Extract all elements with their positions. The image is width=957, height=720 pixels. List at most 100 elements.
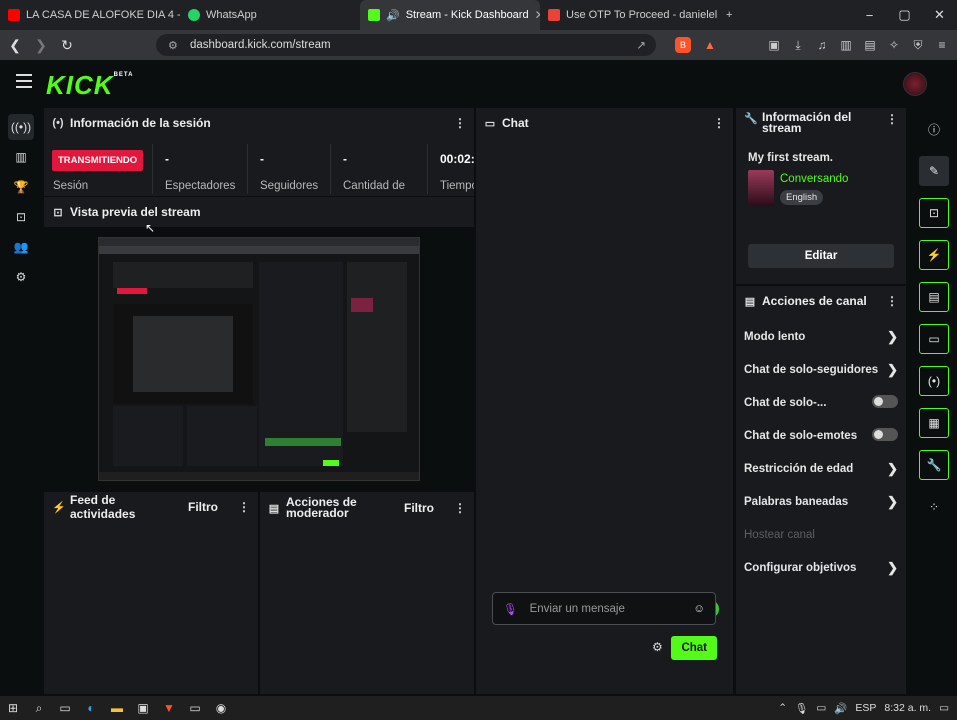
tab-whatsapp[interactable]: WhatsApp [180, 0, 360, 30]
music-icon[interactable]: ♫ [811, 34, 833, 56]
tab-gmail[interactable]: Use OTP To Proceed - danieleliaselias [540, 0, 718, 30]
kick-logo[interactable]: KICKBETA [46, 70, 133, 101]
speaker-icon: 🔊 [386, 9, 400, 22]
network-icon[interactable]: ▭ [816, 702, 826, 714]
browser-extensions: B ▲ ▣ ⤓ ♫ ▥ ▤ ✧ ⛨ ≡ [675, 30, 953, 60]
close-window-button[interactable]: ✕ [922, 0, 957, 30]
more-options-icon[interactable]: ⋮ [454, 116, 466, 130]
moderation-icon[interactable]: ⊡ [8, 204, 34, 230]
moderator-actions-panel: ▤ Acciones de moderador Filtro ⋮ [260, 492, 474, 694]
chat-settings-icon[interactable]: ⚙ [652, 640, 663, 654]
wallet-icon[interactable]: ▤ [859, 34, 881, 56]
toggle-switch[interactable] [872, 427, 898, 444]
action-configure-goals[interactable]: Configurar objetivos ❯ [736, 551, 906, 584]
clock[interactable]: 8:32 a. m. [884, 702, 931, 714]
lightning-icon[interactable]: ⚡ [919, 240, 949, 270]
url-field[interactable]: ⚙ dashboard.kick.com/stream ↗ [156, 34, 656, 56]
info-icon[interactable]: ⓘ [919, 114, 949, 144]
leo-icon[interactable]: ✧ [883, 34, 905, 56]
more-options-icon[interactable]: ⋮ [886, 112, 898, 126]
avatar[interactable] [903, 72, 927, 96]
stream-preview-video[interactable] [98, 237, 420, 481]
edit-button[interactable]: Editar [748, 244, 894, 268]
more-options-icon[interactable]: ⋮ [238, 500, 250, 514]
windows-start-icon[interactable]: ⊞ [0, 696, 26, 720]
action-followers-only[interactable]: Chat de solo-seguidores ❯ [736, 353, 906, 386]
action-banned-words[interactable]: Palabras baneadas ❯ [736, 485, 906, 518]
stream-preview-panel: ⊡ Vista previa del stream ↖ [44, 197, 474, 489]
terminal-icon[interactable]: ▭ [182, 696, 208, 720]
brave-shields-icon[interactable]: B [675, 37, 691, 53]
analytics-icon[interactable]: ▥ [8, 144, 34, 170]
more-options-icon[interactable]: ⋮ [454, 501, 466, 515]
settings-icon[interactable]: ⚙ [8, 264, 34, 290]
stat-time: 00:02: Tiempo [427, 144, 474, 194]
preview-mini-nested-inner [133, 316, 233, 392]
language-indicator[interactable]: ESP [855, 702, 876, 714]
vpn-icon[interactable]: ⛨ [907, 34, 929, 56]
preview-mini-emotes [265, 438, 341, 446]
toggle-switch[interactable] [872, 394, 898, 411]
tab-kick-dashboard[interactable]: 🔊 Stream - Kick Dashboard ✕ [360, 0, 540, 30]
broadcast-icon[interactable]: (•) [919, 366, 949, 396]
document-icon: ▤ [268, 502, 280, 515]
status-badge: TRANSMITIENDO [52, 150, 144, 171]
chat-message-input[interactable]: 🎙 Enviar un mensaje ☺ [492, 592, 716, 625]
file-explorer-icon[interactable]: ▬ [104, 696, 130, 720]
pencil-icon[interactable]: ✎ [919, 156, 949, 186]
stream-broadcast-icon[interactable]: ((•)) [8, 114, 34, 140]
hamburger-menu-icon[interactable] [16, 74, 32, 88]
category-name[interactable]: Conversando [780, 173, 848, 185]
kick-dashboard: KICKBETA ((•)) ▥ 🏆 ⊡ 👥 ⚙ (•) Información… [0, 60, 957, 696]
action-slow-mode[interactable]: Modo lento ❯ [736, 320, 906, 353]
panel-title: Vista previa del stream [70, 205, 201, 219]
microphone-icon[interactable]: 🎙 [795, 702, 808, 715]
channel-icon[interactable]: ▦ [919, 408, 949, 438]
microphone-icon[interactable]: 🎙 [503, 602, 518, 616]
notifications-icon[interactable]: ▭ [939, 702, 949, 714]
task-view-icon[interactable]: ▭ [52, 696, 78, 720]
chat-bubble-icon[interactable]: ▭ [919, 324, 949, 354]
menu-icon[interactable]: ≡ [931, 34, 953, 56]
preview-toggle-icon[interactable]: ⊡ [919, 198, 949, 228]
reload-icon[interactable]: ↻ [56, 34, 78, 56]
sidebar-icon[interactable]: ▥ [835, 34, 857, 56]
brave-icon[interactable]: ▼ [156, 696, 182, 720]
send-chat-button[interactable]: Chat [671, 636, 717, 660]
search-icon[interactable]: ⌕ [26, 696, 52, 720]
edge-icon[interactable]: ◐ [78, 696, 104, 720]
back-icon[interactable]: ❮ [4, 34, 26, 56]
filter-button[interactable]: Filtro [404, 501, 434, 515]
store-icon[interactable]: ▣ [130, 696, 156, 720]
tab-title: Stream - Kick Dashboard [405, 9, 529, 21]
grid-icon[interactable]: ⁘ [919, 492, 949, 522]
chevron-right-icon: ❯ [887, 361, 898, 377]
tab-youtube[interactable]: LA CASA DE ALOFOKE DIA 4 - YouTu [0, 0, 180, 30]
wrench-icon[interactable]: 🔧 [919, 450, 949, 480]
action-age-restriction[interactable]: Restricción de edad ❯ [736, 452, 906, 485]
site-settings-icon[interactable]: ⚙ [168, 39, 178, 52]
screenshot-icon[interactable]: ▣ [763, 34, 785, 56]
maximize-button[interactable]: ▢ [887, 0, 922, 30]
more-options-icon[interactable]: ⋮ [886, 294, 898, 308]
document-icon[interactable]: ▤ [919, 282, 949, 312]
filter-button[interactable]: Filtro [188, 500, 218, 514]
emoji-icon[interactable]: ☺ [693, 603, 705, 615]
stat-viewers: - Espectadores [152, 144, 235, 194]
obs-icon[interactable]: ◉ [208, 696, 234, 720]
preview-mini-taskbar [99, 472, 419, 480]
share-icon[interactable]: ↗ [636, 38, 646, 52]
new-tab-button[interactable]: + [718, 0, 748, 30]
panel-title: Información del stream [762, 110, 852, 135]
volume-icon[interactable]: 🔊 [834, 702, 847, 715]
download-icon[interactable]: ⤓ [787, 34, 809, 56]
minimize-button[interactable]: − [852, 0, 887, 30]
trophy-icon[interactable]: 🏆 [8, 174, 34, 200]
more-options-icon[interactable]: ⋮ [713, 116, 725, 130]
brave-rewards-icon[interactable]: ▲ [699, 34, 721, 56]
tab-title: Use OTP To Proceed - danieleliaselias [566, 9, 718, 21]
chevron-up-icon[interactable]: ⌃ [778, 702, 787, 714]
community-icon[interactable]: 👥 [8, 234, 34, 260]
forward-icon[interactable]: ❯ [30, 34, 52, 56]
action-subscribers-only: Chat de solo-... [736, 386, 906, 419]
